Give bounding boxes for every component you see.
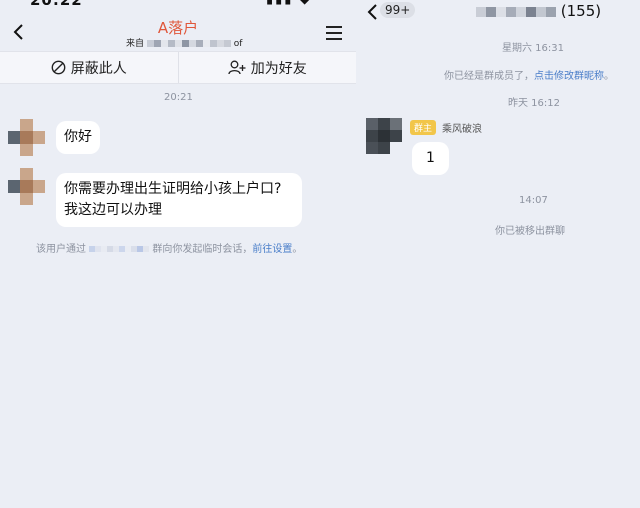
chat-subtitle: 来自 of <box>126 36 242 49</box>
action-bar: 屏蔽此人 加为好友 <box>0 51 356 84</box>
edit-group-nickname-link[interactable]: 点击修改群昵称 <box>534 71 604 82</box>
owner-badge: 群主 <box>410 120 437 135</box>
group-chat-title: (155) <box>476 2 601 20</box>
go-to-settings-link[interactable]: 前往设置 <box>252 244 292 255</box>
message-timestamp: 14:07 <box>519 195 548 206</box>
menu-icon[interactable] <box>326 26 342 40</box>
add-friend-button[interactable]: 加为好友 <box>177 52 357 83</box>
status-icons-clipped: ▮▮▮ ◆ <box>266 0 312 7</box>
add-friend-label: 加为好友 <box>250 60 307 77</box>
message-text-line: 我这边可以办理 <box>64 202 162 218</box>
subtitle-suffix: of <box>233 39 243 49</box>
message-bubble[interactable]: 你好 <box>56 121 100 154</box>
status-bar-clipped: 20:22 <box>30 0 83 9</box>
system-message-text: 你已经是群成员了， <box>444 71 534 82</box>
unread-count-badge[interactable]: 99+ <box>380 2 416 18</box>
block-user-label: 屏蔽此人 <box>70 60 127 77</box>
system-message: 你已经是群成员了，点击修改群昵称。 <box>444 67 614 82</box>
notice-prefix: 该用户通过 <box>36 244 86 255</box>
notice-suffix: 。 <box>292 244 303 255</box>
sender-avatar[interactable] <box>366 118 402 154</box>
message-timestamp: 20:21 <box>164 92 193 103</box>
left-chat-panel: 20:22 ▮▮▮ ◆ A落户 来自 of 屏蔽此人 加为好友 <box>0 0 356 508</box>
pixelated-group-name <box>89 244 152 255</box>
notice-middle: 群向你发起临时会话， <box>152 244 253 255</box>
pixelated-group-name <box>146 39 234 49</box>
removed-from-group-message: 你已被移出群聊 <box>495 226 565 237</box>
sender-avatar[interactable] <box>8 119 45 156</box>
pixelated-group-name <box>476 2 561 20</box>
system-message-suffix: 。 <box>604 71 614 82</box>
subtitle-prefix: 来自 <box>126 39 145 49</box>
message-text: 你好 <box>64 129 92 145</box>
member-count: (155) <box>560 2 602 20</box>
add-friend-icon <box>228 60 246 75</box>
sender-name: 乘风破浪 <box>442 124 482 135</box>
back-chevron-icon[interactable] <box>366 3 380 21</box>
block-user-button[interactable]: 屏蔽此人 <box>0 52 178 83</box>
block-icon <box>51 60 66 75</box>
message-text: 1 <box>426 150 435 166</box>
temp-session-notice: 该用户通过 群向你发起临时会话，前往设置。 <box>36 240 302 255</box>
chat-title: A落户 <box>157 19 199 37</box>
right-chat-panel: 99+ (155) 星期六 16:31 你已经是群成员了，点击修改群昵称。 昨天… <box>356 0 640 508</box>
message-bubble[interactable]: 1 <box>412 142 449 175</box>
sender-avatar[interactable] <box>8 168 45 205</box>
message-timestamp: 星期六 16:31 <box>502 43 564 54</box>
message-text-line: 你需要办理出生证明给小孩上户口? <box>64 181 282 197</box>
message-timestamp: 昨天 16:12 <box>508 98 560 109</box>
message-bubble[interactable]: 你需要办理出生证明给小孩上户口? 我这边可以办理 <box>56 173 302 227</box>
